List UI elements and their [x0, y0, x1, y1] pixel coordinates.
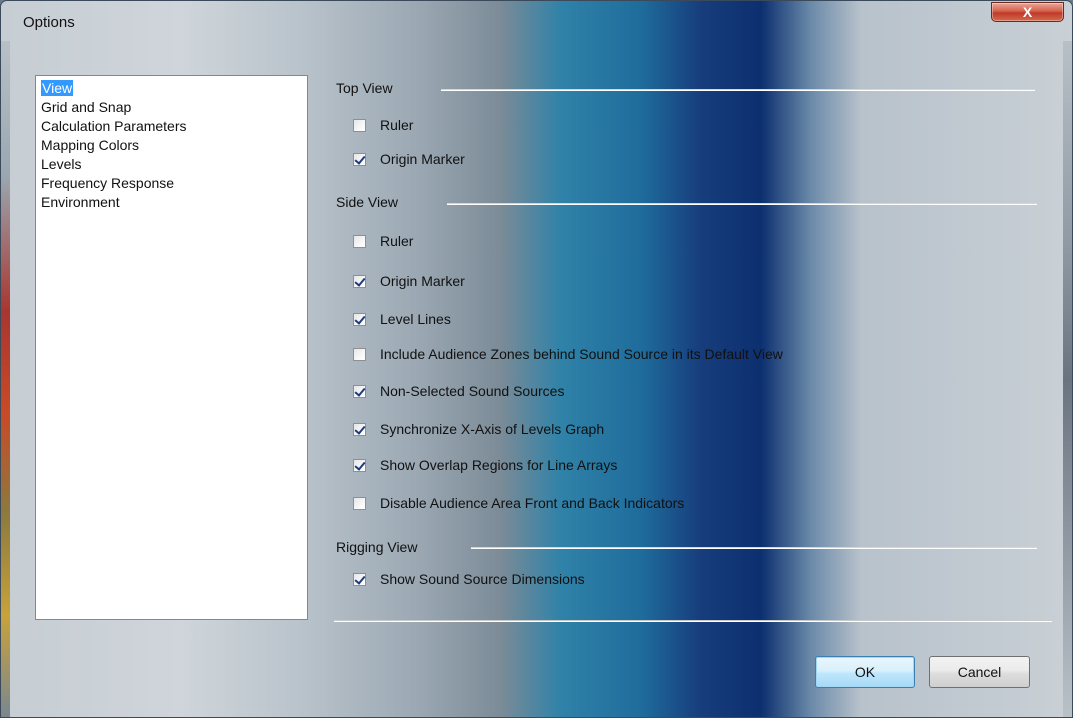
nav-item-label: Calculation Parameters	[41, 118, 187, 134]
group-divider	[441, 89, 1035, 91]
title-bar[interactable]: Options X	[1, 1, 1072, 41]
option-side-ruler[interactable]: Ruler	[353, 230, 413, 252]
close-button[interactable]: X	[991, 2, 1064, 22]
checkbox[interactable]	[353, 384, 366, 398]
nav-item-environment[interactable]: Environment	[40, 193, 307, 212]
group-header-rigging-view: Rigging View	[336, 539, 418, 555]
nav-item-levels[interactable]: Levels	[40, 155, 307, 174]
cancel-button[interactable]: Cancel	[929, 656, 1030, 688]
footer-divider	[334, 620, 1052, 622]
nav-item-grid-and-snap[interactable]: Grid and Snap	[40, 98, 307, 117]
option-label: Show Sound Source Dimensions	[380, 571, 585, 587]
group-divider	[471, 547, 1037, 549]
option-label: Ruler	[380, 233, 414, 249]
nav-item-label: View	[41, 80, 74, 96]
nav-item-label: Mapping Colors	[41, 137, 140, 153]
group-header-side-view: Side View	[336, 194, 399, 210]
option-top-origin-marker[interactable]: Origin Marker	[353, 148, 465, 170]
nav-item-view[interactable]: View	[40, 79, 307, 98]
checkbox[interactable]	[353, 496, 366, 510]
option-top-ruler[interactable]: Ruler	[353, 114, 413, 136]
checkbox[interactable]	[353, 312, 366, 326]
option-level-lines[interactable]: Level Lines	[353, 308, 451, 330]
nav-item-mapping-colors[interactable]: Mapping Colors	[40, 136, 307, 155]
checkbox[interactable]	[353, 422, 366, 436]
nav-item-label: Grid and Snap	[41, 99, 132, 115]
option-include-audience-zones[interactable]: Include Audience Zones behind Sound Sour…	[353, 343, 783, 365]
option-non-selected-sources[interactable]: Non-Selected Sound Sources	[353, 380, 564, 402]
option-disable-audience-indicators[interactable]: Disable Audience Area Front and Back Ind…	[353, 492, 684, 514]
checkbox[interactable]	[353, 572, 366, 586]
option-synchronize-x-axis[interactable]: Synchronize X-Axis of Levels Graph	[353, 418, 604, 440]
checkbox[interactable]	[353, 274, 366, 288]
option-label: Ruler	[380, 117, 414, 133]
option-label: Show Overlap Regions for Line Arrays	[380, 457, 618, 473]
checkbox[interactable]	[353, 118, 366, 132]
option-show-sound-source-dimensions[interactable]: Show Sound Source Dimensions	[353, 568, 585, 590]
nav-item-calculation-parameters[interactable]: Calculation Parameters	[40, 117, 307, 136]
group-header-top-view: Top View	[336, 80, 393, 96]
nav-item-label: Frequency Response	[41, 175, 175, 191]
category-list[interactable]: View Grid and Snap Calculation Parameter…	[35, 75, 308, 620]
group-divider	[447, 203, 1037, 205]
checkbox[interactable]	[353, 152, 366, 166]
close-icon: X	[1022, 4, 1033, 20]
option-side-origin-marker[interactable]: Origin Marker	[353, 270, 465, 292]
option-label: Synchronize X-Axis of Levels Graph	[380, 421, 605, 437]
checkbox[interactable]	[353, 458, 366, 472]
checkbox[interactable]	[353, 347, 366, 361]
nav-item-label: Environment	[41, 194, 120, 210]
option-label: Origin Marker	[380, 151, 465, 167]
option-label: Non-Selected Sound Sources	[380, 383, 565, 399]
nav-item-frequency-response[interactable]: Frequency Response	[40, 174, 307, 193]
option-label: Origin Marker	[380, 273, 465, 289]
window-title: Options	[23, 14, 75, 31]
option-show-overlap-regions[interactable]: Show Overlap Regions for Line Arrays	[353, 454, 617, 476]
checkbox[interactable]	[353, 234, 366, 248]
ok-button[interactable]: OK	[815, 656, 915, 688]
option-label: Disable Audience Area Front and Back Ind…	[380, 495, 685, 511]
nav-item-label: Levels	[41, 156, 82, 172]
option-label: Include Audience Zones behind Sound Sour…	[380, 346, 783, 362]
option-label: Level Lines	[380, 311, 451, 327]
